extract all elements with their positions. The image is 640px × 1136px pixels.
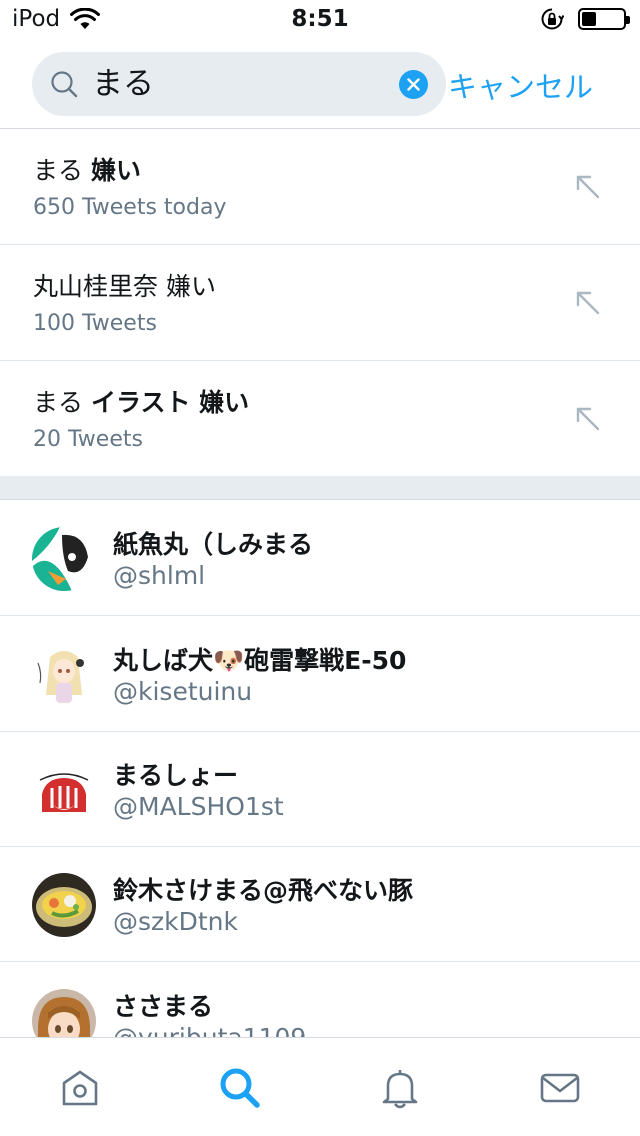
search-icon [220, 1068, 260, 1108]
tab-home[interactable] [58, 1066, 102, 1110]
user-name: ささまる [113, 992, 214, 1021]
search-field[interactable]: まる [32, 52, 446, 116]
orientation-lock-icon [541, 8, 564, 30]
bell-icon [382, 1070, 418, 1109]
user-handle: @shlml [113, 561, 206, 590]
fill-query-arrow-icon[interactable] [574, 405, 602, 433]
search-suggestion[interactable]: 丸山桂里奈 嫌い 100 Tweets [0, 245, 640, 361]
home-icon [62, 1070, 98, 1106]
suggestion-query: まる イラスト 嫌い [33, 388, 250, 417]
user-result[interactable]: 紙魚丸（しみまる @shlml [0, 501, 640, 616]
user-handle: @kisetuinu [113, 677, 253, 706]
cancel-button[interactable]: キャンセル [448, 64, 593, 106]
user-name: まるしょー [113, 761, 239, 790]
search-input-value[interactable]: まる [92, 65, 154, 103]
avatar [32, 527, 96, 591]
user-handle: @MALSHO1st [113, 792, 284, 821]
user-result[interactable]: 鈴木さけまる@飛べない豚 @szkDtnk [0, 847, 640, 962]
user-name: 紙魚丸（しみまる [113, 530, 314, 559]
tab-messages[interactable] [538, 1066, 582, 1110]
suggestion-count: 20 Tweets [33, 427, 143, 452]
fill-query-arrow-icon[interactable] [574, 289, 602, 317]
avatar [32, 873, 96, 937]
tab-notifications[interactable] [378, 1066, 422, 1110]
tab-search[interactable] [218, 1066, 262, 1110]
search-icon [51, 71, 78, 98]
clear-search-button[interactable] [399, 70, 428, 99]
suggestion-count: 650 Tweets today [33, 195, 227, 220]
battery-icon [578, 8, 630, 30]
fill-query-arrow-icon[interactable] [574, 173, 602, 201]
user-handle: @szkDtnk [113, 907, 238, 936]
user-result[interactable]: まるしょー @MALSHO1st [0, 732, 640, 847]
avatar [32, 758, 96, 822]
mail-icon [540, 1073, 580, 1103]
avatar [32, 643, 96, 707]
user-name: 丸しば犬🐶砲雷撃戦E-50 [113, 646, 407, 675]
close-icon [407, 78, 420, 91]
search-suggestion[interactable]: まる イラスト 嫌い 20 Tweets [0, 361, 640, 476]
suggestion-count: 100 Tweets [33, 311, 157, 336]
suggestion-query: 丸山桂里奈 嫌い [33, 272, 216, 301]
suggestion-query: まる 嫌い [33, 156, 141, 185]
tab-bar [0, 1037, 640, 1136]
user-name: 鈴木さけまる@飛べない豚 [113, 876, 414, 905]
status-bar: iPod 8:51 [0, 0, 640, 40]
user-result[interactable]: 丸しば犬🐶砲雷撃戦E-50 @kisetuinu [0, 617, 640, 732]
search-suggestion[interactable]: まる 嫌い 650 Tweets today [0, 129, 640, 245]
status-right [540, 7, 630, 31]
section-divider [0, 476, 640, 500]
